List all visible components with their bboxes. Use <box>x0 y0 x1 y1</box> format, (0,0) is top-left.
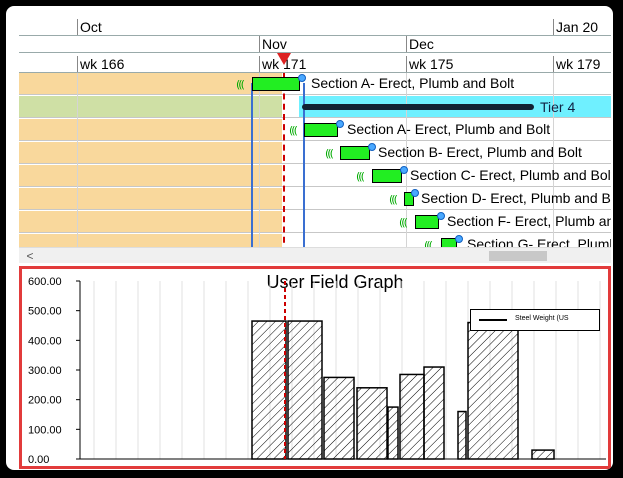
y-tick-label: 300.00 <box>28 365 62 377</box>
graph-bar <box>356 387 388 460</box>
task-bar[interactable] <box>304 123 338 137</box>
milestone-dot <box>298 74 306 82</box>
milestone-dot <box>368 143 376 151</box>
y-tick-label: 400.00 <box>28 335 62 347</box>
scroll-left-arrow-icon[interactable]: < <box>23 248 37 263</box>
dependency-line <box>251 83 253 247</box>
task-bar[interactable] <box>415 215 439 229</box>
week-179: wk 179 <box>553 56 611 72</box>
task-label: Section D- Erect, Plumb and Bolt <box>421 190 611 206</box>
graph-bar <box>323 376 355 460</box>
week-166: wk 166 <box>77 56 259 72</box>
y-tick-label: 100.00 <box>28 424 62 436</box>
y-tick-label: 600.00 <box>28 276 62 288</box>
graph-bar <box>531 449 555 460</box>
task-label: Section F- Erect, Plumb and Bolt <box>447 213 611 229</box>
graph-bar <box>467 321 519 460</box>
status-date-line <box>283 73 285 247</box>
milestone-dot <box>400 166 408 174</box>
graph-plot: 600.00 500.00 400.00 300.00 200.00 100.00 0.00 <box>28 276 606 466</box>
milestone-dot <box>411 189 419 197</box>
milestone-dot <box>336 120 344 128</box>
task-label: Section C- Erect, Plumb and Bolt <box>410 167 611 183</box>
status-date-marker-icon <box>277 53 291 65</box>
resource-icon: ((( <box>289 124 298 137</box>
legend-line-icon <box>479 319 507 321</box>
resource-icon: ((( <box>399 216 408 229</box>
task-label: Section B- Erect, Plumb and Bolt <box>378 144 582 160</box>
legend-label: Steel Weight (US <box>515 315 569 322</box>
week-header: wk 166 wk 171 wk 175 wk 179 <box>19 56 611 73</box>
resource-icon: ((( <box>424 239 433 247</box>
resource-icon: ((( <box>325 147 334 160</box>
graph-bar <box>423 366 445 460</box>
month-header: Oct Nov Dec Jan 20 <box>19 19 611 52</box>
y-tick-label: 200.00 <box>28 395 62 407</box>
y-tick-label: 0.00 <box>28 454 49 466</box>
graph-bar <box>399 373 425 460</box>
task-label: Section A- Erect, Plumb and Bolt <box>311 75 515 91</box>
milestone-dot <box>455 235 463 243</box>
resource-icon: ((( <box>236 78 245 91</box>
month-oct: Oct <box>77 19 259 35</box>
task-bar[interactable] <box>252 77 300 91</box>
user-field-graph: User Field Graph 600.00 500.00 400.00 300.0… <box>19 266 611 469</box>
resource-icon: ((( <box>356 170 365 183</box>
milestone-dot <box>437 212 445 220</box>
graph-bar <box>387 406 399 460</box>
summary-bar[interactable] <box>302 104 534 110</box>
task-label: Section A- Erect, Plumb and Bolt <box>347 121 551 137</box>
task-bar[interactable] <box>372 169 402 183</box>
graph-bar <box>287 320 323 460</box>
task-label: Section G- Erect, Plumb and Bolt <box>467 236 611 247</box>
month-jan: Jan 20 <box>553 19 611 35</box>
graph-bar <box>251 320 287 460</box>
horizontal-scrollbar[interactable]: < <box>19 247 611 263</box>
y-tick-label: 500.00 <box>28 306 62 318</box>
task-bar[interactable] <box>340 146 370 160</box>
task-rows[interactable]: ((( Section A- Erect, Plumb and Bolt Tie… <box>19 73 611 247</box>
graph-bar <box>457 410 467 460</box>
resource-icon: ((( <box>389 193 398 206</box>
week-175: wk 175 <box>406 56 553 72</box>
task-label: Tier 4 <box>540 99 576 115</box>
graph-legend: Steel Weight (US <box>470 309 600 331</box>
scroll-thumb[interactable] <box>489 251 547 261</box>
gantt-chart: Oct Nov Dec Jan 20 wk 166 wk 171 wk 175 … <box>19 19 611 263</box>
month-header-2 <box>19 36 611 53</box>
screenshot-frame: Oct Nov Dec Jan 20 wk 166 wk 171 wk 175 … <box>6 6 613 470</box>
